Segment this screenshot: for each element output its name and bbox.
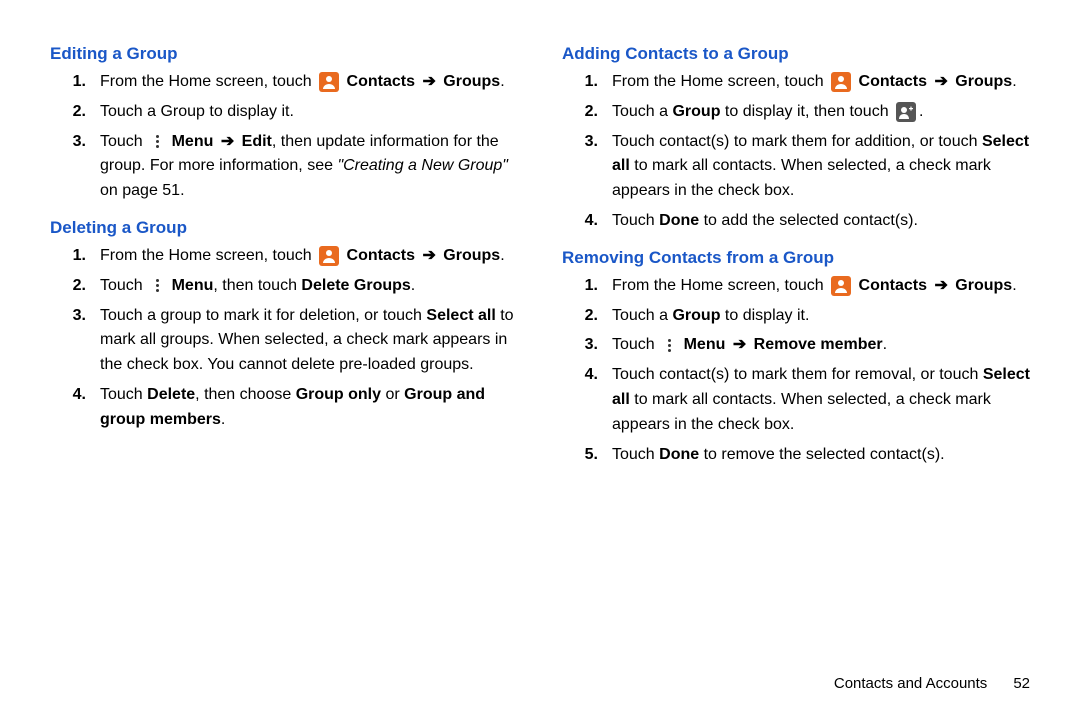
step-number: 2. [50, 274, 100, 299]
list-item: 1. From the Home screen, touch Contacts … [50, 70, 518, 95]
step-body: Touch Menu ➔ Edit, then update informati… [100, 130, 518, 204]
list-item: 4. Touch Delete, then choose Group only … [50, 383, 518, 433]
step-body: From the Home screen, touch Contacts ➔ G… [100, 70, 518, 95]
step-body: Touch a Group to display it, then touch … [612, 100, 1030, 125]
add-contact-icon [896, 102, 916, 122]
contacts-icon [831, 72, 851, 92]
menu-icon [150, 132, 164, 150]
step-number: 1. [562, 70, 612, 95]
list-deleting-group: 1. From the Home screen, touch Contacts … [50, 244, 518, 433]
step-body: Touch Done to add the selected contact(s… [612, 209, 1030, 234]
contacts-icon [319, 72, 339, 92]
step-number: 4. [50, 383, 100, 408]
step-number: 1. [50, 70, 100, 95]
list-item: 3. Touch a group to mark it for deletion… [50, 304, 518, 378]
step-number: 2. [50, 100, 100, 125]
step-body: Touch Delete, then choose Group only or … [100, 383, 518, 433]
step-number: 4. [562, 209, 612, 234]
list-item: 4. Touch Done to add the selected contac… [562, 209, 1030, 234]
menu-icon [150, 277, 164, 295]
list-item: 4. Touch contact(s) to mark them for rem… [562, 363, 1030, 437]
heading-removing-contacts: Removing Contacts from a Group [562, 248, 1030, 268]
list-item: 3. Touch Menu ➔ Edit, then update inform… [50, 130, 518, 204]
list-item: 2. Touch a Group to display it, then tou… [562, 100, 1030, 125]
step-body: From the Home screen, touch Contacts ➔ G… [612, 70, 1030, 95]
page-columns: Editing a Group 1. From the Home screen,… [50, 42, 1030, 481]
left-column: Editing a Group 1. From the Home screen,… [50, 42, 518, 481]
heading-deleting-group: Deleting a Group [50, 218, 518, 238]
contacts-icon [319, 246, 339, 266]
list-item: 1. From the Home screen, touch Contacts … [50, 244, 518, 269]
list-item: 3. Touch contact(s) to mark them for add… [562, 130, 1030, 204]
step-body: From the Home screen, touch Contacts ➔ G… [100, 244, 518, 269]
step-body: Touch a Group to display it. [100, 100, 518, 125]
step-number: 3. [562, 333, 612, 358]
list-item: 1. From the Home screen, touch Contacts … [562, 274, 1030, 299]
page-footer: Contacts and Accounts 52 [834, 675, 1030, 692]
step-body: Touch contact(s) to mark them for remova… [612, 363, 1030, 437]
heading-adding-contacts: Adding Contacts to a Group [562, 44, 1030, 64]
step-number: 4. [562, 363, 612, 388]
step-body: From the Home screen, touch Contacts ➔ G… [612, 274, 1030, 299]
step-number: 2. [562, 100, 612, 125]
list-item: 3. Touch Menu ➔ Remove member. [562, 333, 1030, 358]
step-body: Touch Done to remove the selected contac… [612, 443, 1030, 468]
footer-section: Contacts and Accounts [834, 675, 987, 692]
list-removing-contacts: 1. From the Home screen, touch Contacts … [562, 274, 1030, 468]
step-number: 1. [562, 274, 612, 299]
footer-page-number: 52 [1013, 675, 1030, 692]
step-body: Touch Menu ➔ Remove member. [612, 333, 1030, 358]
right-column: Adding Contacts to a Group 1. From the H… [562, 42, 1030, 481]
step-body: Touch contact(s) to mark them for additi… [612, 130, 1030, 204]
step-body: Touch Menu, then touch Delete Groups. [100, 274, 518, 299]
step-number: 2. [562, 304, 612, 329]
step-number: 5. [562, 443, 612, 468]
step-body: Touch a group to mark it for deletion, o… [100, 304, 518, 378]
list-item: 2. Touch a Group to display it. [50, 100, 518, 125]
list-item: 5. Touch Done to remove the selected con… [562, 443, 1030, 468]
list-adding-contacts: 1. From the Home screen, touch Contacts … [562, 70, 1030, 234]
list-editing-group: 1. From the Home screen, touch Contacts … [50, 70, 518, 204]
step-number: 3. [50, 304, 100, 329]
heading-editing-group: Editing a Group [50, 44, 518, 64]
list-item: 2. Touch a Group to display it. [562, 304, 1030, 329]
step-body: Touch a Group to display it. [612, 304, 1030, 329]
list-item: 2. Touch Menu, then touch Delete Groups. [50, 274, 518, 299]
contacts-icon [831, 276, 851, 296]
step-number: 3. [562, 130, 612, 155]
menu-icon [662, 336, 676, 354]
step-number: 1. [50, 244, 100, 269]
list-item: 1. From the Home screen, touch Contacts … [562, 70, 1030, 95]
step-number: 3. [50, 130, 100, 155]
